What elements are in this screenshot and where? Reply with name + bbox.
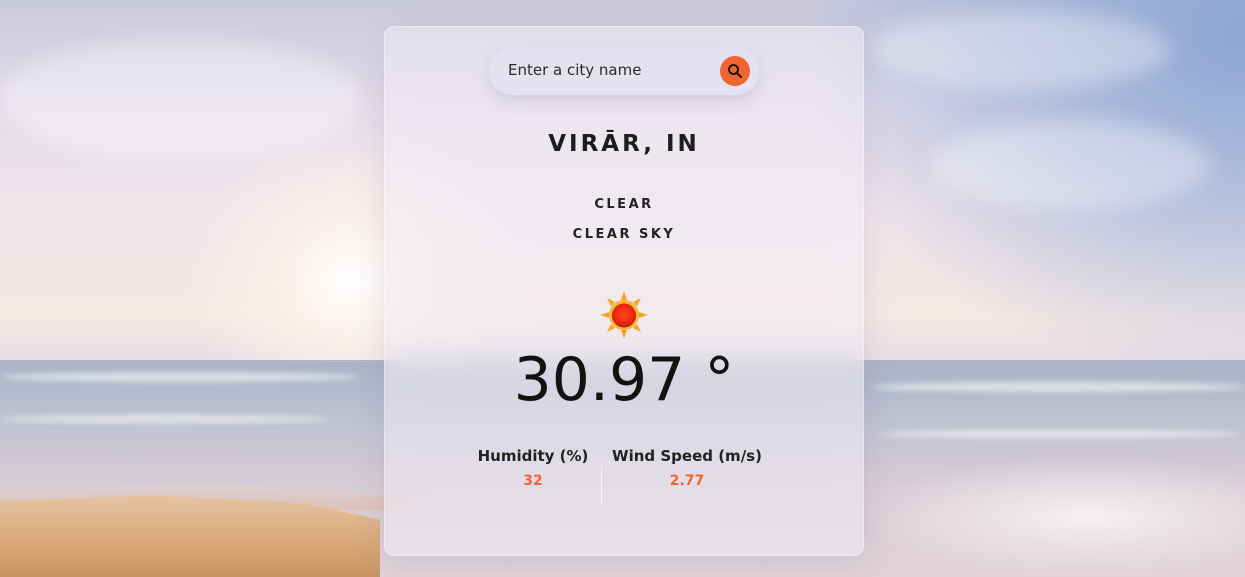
- weather-description: CLEAR SKY: [572, 227, 676, 242]
- wind-speed-stat: Wind Speed (m/s) 2.77: [607, 447, 767, 489]
- weather-condition: CLEAR: [594, 197, 654, 212]
- wave: [870, 382, 1245, 392]
- weather-card: VIRĀR, IN CLEAR CLEAR SKY 30.97 ° Humidi…: [384, 26, 864, 556]
- cloud: [870, 10, 1170, 90]
- humidity-value: 32: [523, 473, 543, 489]
- wind-speed-value: 2.77: [669, 473, 705, 489]
- city-name: VIRĀR, IN: [548, 131, 700, 157]
- stats-divider: [601, 465, 602, 505]
- city-search-input[interactable]: [508, 59, 708, 81]
- sun-icon: [600, 291, 648, 339]
- search-button[interactable]: [720, 56, 750, 86]
- foam: [855, 455, 1245, 577]
- wave: [0, 372, 360, 382]
- wind-speed-label: Wind Speed (m/s): [612, 447, 762, 465]
- temperature: 30.97 °: [513, 345, 735, 415]
- humidity-stat: Humidity (%) 32: [469, 447, 597, 489]
- search-icon: [728, 64, 742, 78]
- cloud: [0, 40, 360, 160]
- cloud: [930, 120, 1210, 210]
- search-bar: [489, 47, 759, 95]
- humidity-label: Humidity (%): [477, 447, 589, 465]
- wave: [880, 430, 1240, 438]
- wave: [0, 415, 330, 423]
